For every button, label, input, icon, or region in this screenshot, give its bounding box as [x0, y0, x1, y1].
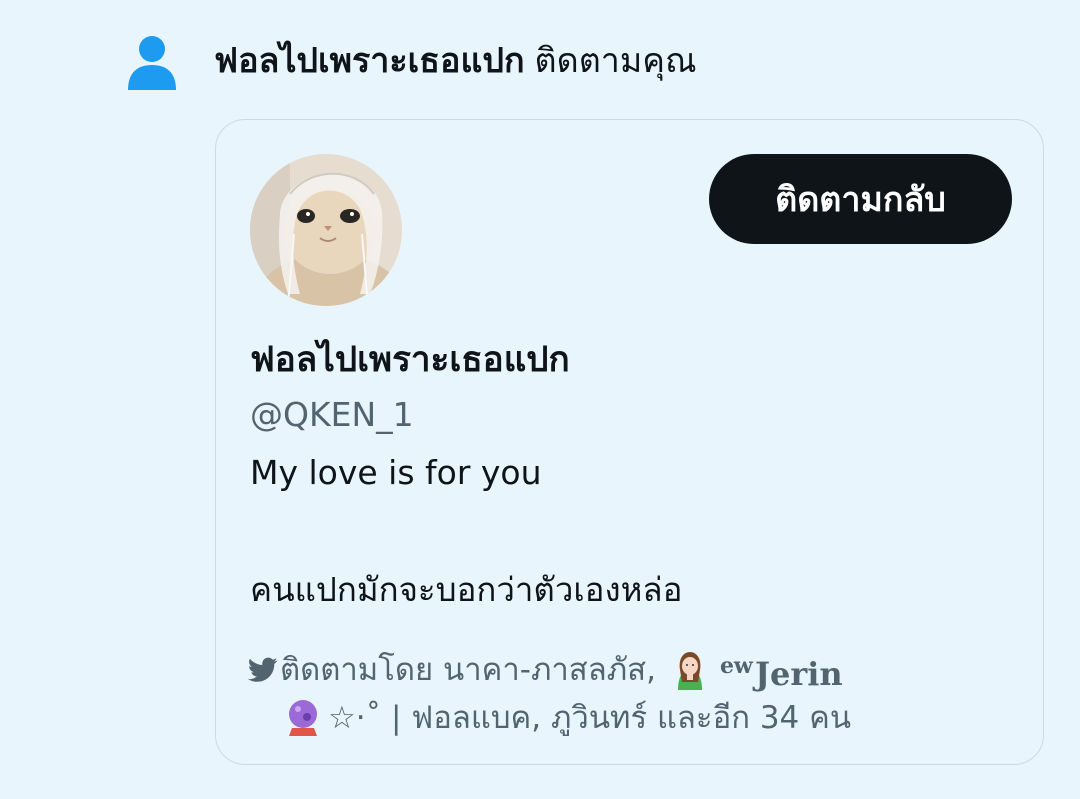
- followed-by-text: ภูวินทร์ และอีก 34 คน: [550, 700, 852, 736]
- avatar[interactable]: [250, 154, 402, 306]
- followed-by-summary[interactable]: ติดตามโดย นาคา-ภาสลภัส, ewJerin ☆⋅˚ | ฟอ…: [248, 644, 1008, 740]
- cat-avatar-image: [250, 154, 402, 306]
- followed-by-text: ☆⋅˚ | ฟอลแบค,: [328, 700, 542, 736]
- crystal-ball-icon: [289, 700, 317, 736]
- notification-text: ฟอลไปเพราะเธอแปก ติดตามคุณ: [214, 38, 697, 84]
- person-icon: [128, 36, 176, 90]
- profile-display-name[interactable]: ฟอลไปเพราะเธอแปก: [250, 337, 570, 383]
- profile-bio-line: My love is for you: [250, 453, 542, 492]
- twitter-bird-icon: [248, 657, 278, 682]
- woman-emoji-icon: [677, 652, 702, 690]
- follow-notification[interactable]: ฟอลไปเพราะเธอแปก ติดตามคุณ: [0, 0, 1080, 120]
- follower-name-jerin[interactable]: ewJerin: [720, 644, 843, 696]
- follow-back-button[interactable]: ติดตามกลับ: [709, 154, 1012, 244]
- profile-handle[interactable]: @QKEN_1: [250, 393, 414, 437]
- profile-card[interactable]: ติดตามกลับ ฟอลไปเพราะเธอแปก @QKEN_1 My l…: [215, 119, 1044, 765]
- profile-bio-line: คนแปกมักจะบอกว่าตัวเองหล่อ: [250, 570, 683, 609]
- notification-user-name[interactable]: ฟอลไปเพราะเธอแปก: [214, 41, 525, 81]
- followed-by-text: ติดตามโดย นาคา-ภาสลภัส,: [280, 652, 656, 688]
- notification-action-text: ติดตามคุณ: [534, 41, 697, 81]
